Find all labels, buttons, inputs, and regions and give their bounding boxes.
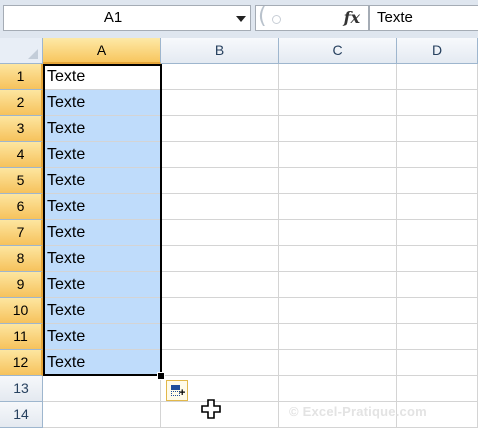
cell-d4[interactable] xyxy=(397,142,478,168)
cell-a3[interactable]: Texte xyxy=(43,116,161,142)
row-header-14[interactable]: 14 xyxy=(0,402,43,428)
column-header-a[interactable]: A xyxy=(43,38,161,64)
row-header-9[interactable]: 9 xyxy=(0,272,43,298)
cell-c5[interactable] xyxy=(279,168,397,194)
column-header-b[interactable]: B xyxy=(161,38,279,64)
cell-d1[interactable] xyxy=(397,64,478,90)
row-header-3[interactable]: 3 xyxy=(0,116,43,142)
cell-a6[interactable]: Texte xyxy=(43,194,161,220)
cell-a1[interactable]: Texte xyxy=(43,64,161,90)
cell-b4[interactable] xyxy=(161,142,279,168)
cell-d8[interactable] xyxy=(397,246,478,272)
cell-c9[interactable] xyxy=(279,272,397,298)
cell-c8[interactable] xyxy=(279,246,397,272)
cell-d6[interactable] xyxy=(397,194,478,220)
cell-a5[interactable]: Texte xyxy=(43,168,161,194)
cell-a2[interactable]: Texte xyxy=(43,90,161,116)
fill-handle[interactable] xyxy=(157,372,165,380)
cell-c6[interactable] xyxy=(279,194,397,220)
name-box[interactable]: A1 xyxy=(3,5,251,31)
formula-controls: ( fx xyxy=(255,4,369,31)
cell-a8[interactable]: Texte xyxy=(43,246,161,272)
cancel-icon[interactable] xyxy=(272,15,281,24)
row-header-2[interactable]: 2 xyxy=(0,90,43,116)
cell-c7[interactable] xyxy=(279,220,397,246)
cell-b8[interactable] xyxy=(161,246,279,272)
cell-a12[interactable]: Texte xyxy=(43,350,161,376)
cell-b1[interactable] xyxy=(161,64,279,90)
cell-a13[interactable] xyxy=(43,376,161,402)
column-header-d[interactable]: D xyxy=(397,38,478,64)
cell-c2[interactable] xyxy=(279,90,397,116)
cell-d2[interactable] xyxy=(397,90,478,116)
select-all-corner[interactable] xyxy=(0,38,43,64)
cell-b11[interactable] xyxy=(161,324,279,350)
fx-icon[interactable]: fx xyxy=(344,8,360,27)
cell-c3[interactable] xyxy=(279,116,397,142)
crosshair-cursor-icon xyxy=(201,399,221,419)
autofill-options-button[interactable]: + xyxy=(166,380,188,401)
splitter-icon[interactable]: ( xyxy=(258,4,267,29)
cell-d10[interactable] xyxy=(397,298,478,324)
cell-a9[interactable]: Texte xyxy=(43,272,161,298)
formula-bar: A1 ( fx Texte xyxy=(0,0,478,39)
row-header-11[interactable]: 11 xyxy=(0,324,43,350)
cell-c11[interactable] xyxy=(279,324,397,350)
plus-icon: + xyxy=(179,387,186,399)
cell-d3[interactable] xyxy=(397,116,478,142)
chevron-down-icon[interactable] xyxy=(236,16,246,22)
cell-b6[interactable] xyxy=(161,194,279,220)
spreadsheet-window: A1 ( fx Texte A B C D 1 Texte 2 Texte 3 Texte 4 Tex… xyxy=(0,0,478,428)
cell-d11[interactable] xyxy=(397,324,478,350)
row-header-13[interactable]: 13 xyxy=(0,376,43,402)
cell-a14[interactable] xyxy=(43,402,161,428)
cell-b5[interactable] xyxy=(161,168,279,194)
cell-d7[interactable] xyxy=(397,220,478,246)
row-header-8[interactable]: 8 xyxy=(0,246,43,272)
cell-c12[interactable] xyxy=(279,350,397,376)
cell-d9[interactable] xyxy=(397,272,478,298)
cell-b9[interactable] xyxy=(161,272,279,298)
row-header-12[interactable]: 12 xyxy=(0,350,43,376)
cell-a11[interactable]: Texte xyxy=(43,324,161,350)
row-header-10[interactable]: 10 xyxy=(0,298,43,324)
cell-c10[interactable] xyxy=(279,298,397,324)
row-header-5[interactable]: 5 xyxy=(0,168,43,194)
cell-b3[interactable] xyxy=(161,116,279,142)
cell-d5[interactable] xyxy=(397,168,478,194)
cell-c13[interactable] xyxy=(279,376,397,402)
column-header-c[interactable]: C xyxy=(279,38,397,64)
formula-input[interactable]: Texte xyxy=(369,5,478,31)
row-header-7[interactable]: 7 xyxy=(0,220,43,246)
select-all-icon xyxy=(28,49,38,59)
row-header-6[interactable]: 6 xyxy=(0,194,43,220)
watermark: © Excel-Pratique.com xyxy=(289,404,427,419)
cell-b7[interactable] xyxy=(161,220,279,246)
cell-b2[interactable] xyxy=(161,90,279,116)
cell-c1[interactable] xyxy=(279,64,397,90)
cell-b10[interactable] xyxy=(161,298,279,324)
row-header-4[interactable]: 4 xyxy=(0,142,43,168)
cell-b12[interactable] xyxy=(161,350,279,376)
cell-a7[interactable]: Texte xyxy=(43,220,161,246)
cell-d13[interactable] xyxy=(397,376,478,402)
name-box-value: A1 xyxy=(103,9,123,26)
cell-a4[interactable]: Texte xyxy=(43,142,161,168)
cell-d12[interactable] xyxy=(397,350,478,376)
row-header-1[interactable]: 1 xyxy=(0,64,43,90)
cell-a10[interactable]: Texte xyxy=(43,298,161,324)
cell-c4[interactable] xyxy=(279,142,397,168)
